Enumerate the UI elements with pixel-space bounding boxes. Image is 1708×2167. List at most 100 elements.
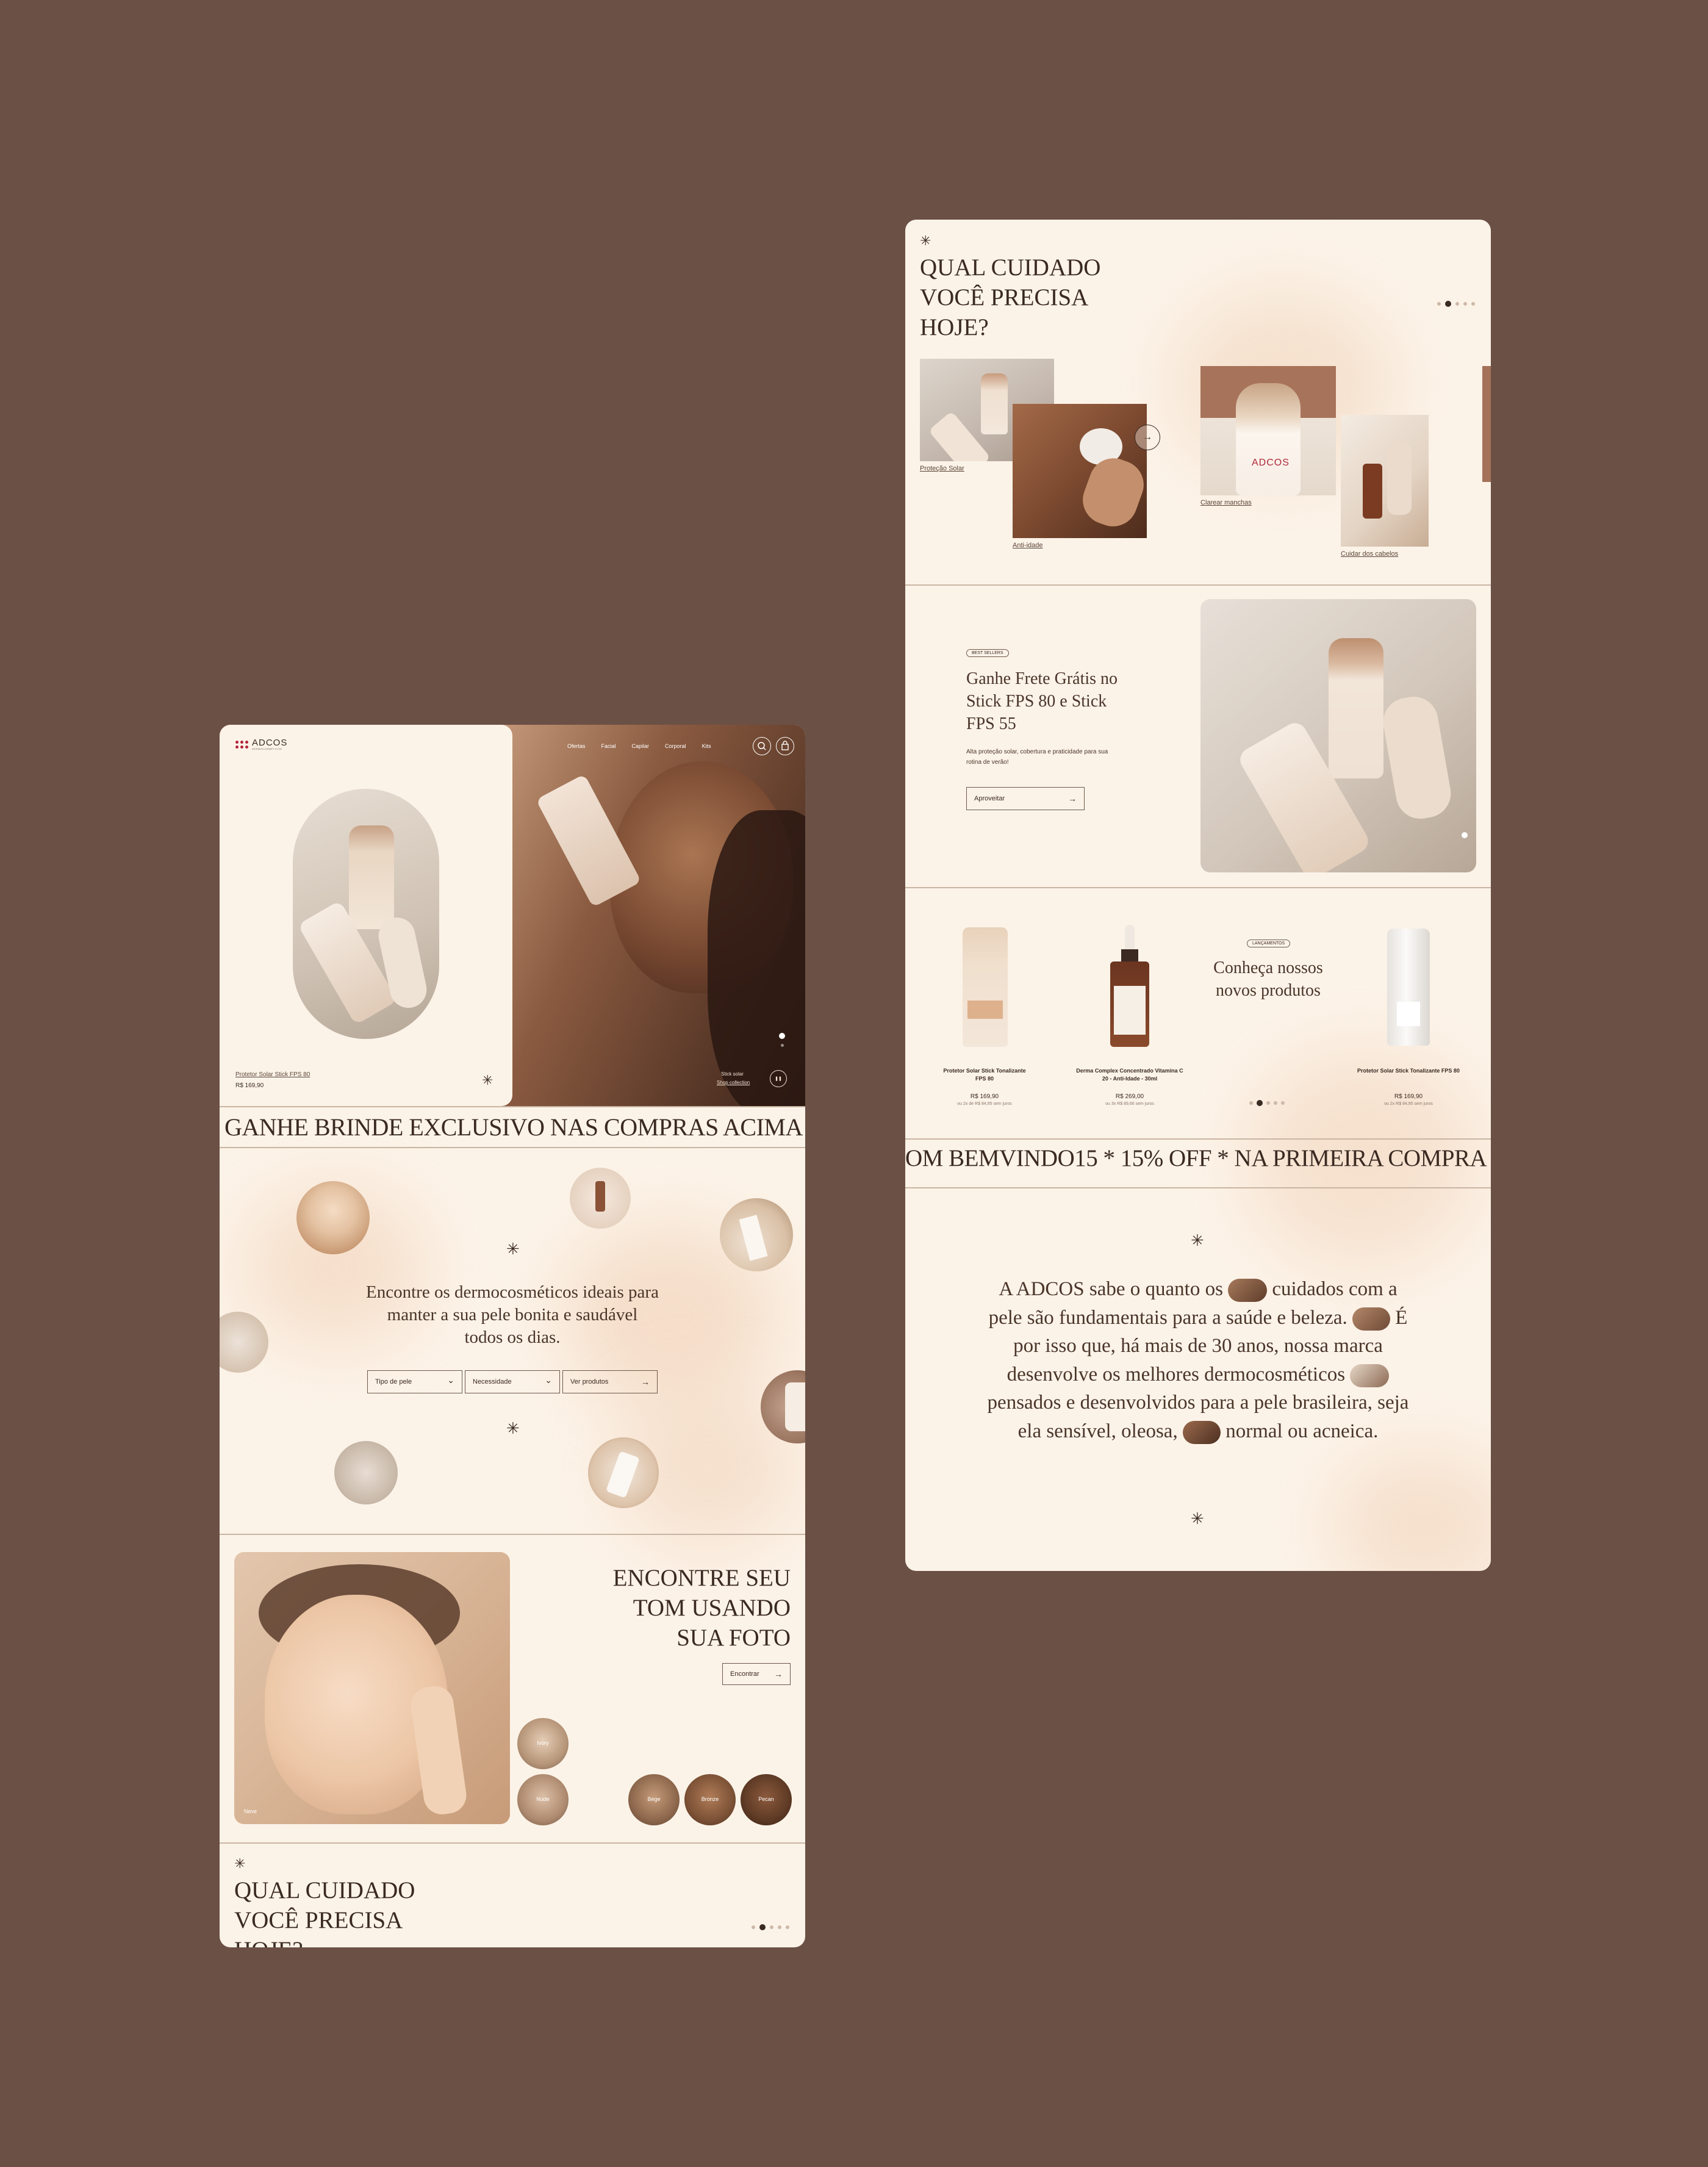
spark-icon: ✳	[920, 233, 931, 248]
product-price: R$ 169,90	[1394, 1093, 1423, 1100]
promo-cta-button[interactable]: Aproveitar →	[966, 787, 1085, 810]
category-link-sun-protection[interactable]: Proteção Solar	[920, 465, 964, 472]
tone-swatch-pecan[interactable]: Pecan	[741, 1774, 792, 1825]
product-price: R$ 169,90	[970, 1093, 999, 1100]
promo-title: Ganhe Frete Grátis no Stick FPS 80 e Sti…	[966, 669, 1118, 733]
brand-name: ADCOS	[252, 738, 288, 748]
spark-icon: ✳	[1191, 1231, 1204, 1249]
divider	[220, 1147, 805, 1148]
care-slider-dots[interactable]	[1437, 301, 1475, 307]
product-slider-dots[interactable]	[1249, 1100, 1285, 1106]
tone-swatch-label: Bronze	[701, 1796, 719, 1802]
search-icon	[758, 742, 766, 750]
tone-swatch-ivory[interactable]: Ivory	[517, 1718, 569, 1769]
skin-type-select-label: Tipo de pele	[375, 1378, 412, 1385]
coupon-marquee: OM BEMVINDO15 * 15% OFF * NA PRIMEIRA CO…	[905, 1145, 1491, 1171]
category-next-button[interactable]: →	[1135, 425, 1160, 450]
nav-ofertas[interactable]: Ofertas	[567, 743, 586, 749]
care-slider-dots[interactable]	[752, 1924, 789, 1930]
decorative-blur	[1332, 1452, 1491, 1571]
floating-photo-stick	[334, 1441, 398, 1504]
divider	[905, 584, 1491, 586]
arrow-right-icon: →	[1068, 794, 1077, 803]
spark-icon: ✳	[234, 1856, 246, 1871]
product-image-stick-white[interactable]	[1387, 929, 1430, 1046]
hero-product-card[interactable]: ADCOS DERMOCOSMÉTICOS Protetor Solar Sti…	[220, 725, 512, 1106]
arrow-right-icon: →	[641, 1377, 650, 1387]
product-name[interactable]: Derma Complex Concentrado Vitamina C 20 …	[1076, 1067, 1183, 1083]
tone-swatch-label: Bege	[647, 1796, 661, 1802]
tone-swatch-bronze[interactable]: Bronze	[684, 1774, 736, 1825]
arrow-right-icon: →	[1143, 432, 1152, 442]
divider	[220, 1842, 805, 1844]
homepage-panel-right: ✳ QUAL CUIDADO VOCÊ PRECISA HOJE? Proteç…	[905, 220, 1491, 1571]
promo-product-photo[interactable]	[1200, 599, 1476, 872]
view-products-label: Ver produtos	[570, 1378, 609, 1385]
category-photo-partial[interactable]	[1482, 366, 1491, 482]
product-name[interactable]: Protetor Solar Stick Tonalizante FPS 80	[942, 1067, 1027, 1083]
cart-button[interactable]	[776, 737, 794, 755]
hero-product-price: R$ 169,90	[235, 1082, 264, 1089]
inline-photo-skin	[1352, 1307, 1391, 1331]
divider	[220, 1534, 805, 1535]
divider	[905, 1187, 1491, 1188]
tone-swatch-bege[interactable]: Bege	[628, 1774, 680, 1825]
nav-capilar[interactable]: Capilar	[632, 743, 650, 749]
view-products-button[interactable]: Ver produtos →	[562, 1370, 658, 1393]
divider	[220, 1106, 805, 1107]
nav-corporal[interactable]: Corporal	[665, 743, 686, 749]
category-link-anti-aging[interactable]: Anti-idade	[1013, 542, 1043, 549]
pause-icon: ❚❚	[775, 1077, 782, 1081]
logo-mark-icon	[235, 740, 248, 749]
product-name[interactable]: Protetor Solar Stick Tonalizante FPS 80	[1354, 1067, 1463, 1075]
about-text: A ADCOS sabe o quanto os	[999, 1278, 1223, 1300]
divider	[905, 1138, 1491, 1140]
need-select[interactable]: Necessidade ⌄	[465, 1370, 560, 1393]
product-installments: ou 2x de R$ 84,95 sem juros	[957, 1102, 1012, 1106]
tone-photo-label: Neve	[244, 1808, 257, 1814]
hero-caption-top: Stick solar	[721, 1071, 744, 1077]
floating-photo-tube	[588, 1437, 659, 1508]
bag-icon	[781, 741, 789, 750]
need-select-label: Necessidade	[473, 1378, 512, 1385]
homepage-panel-left: ADCOS DERMOCOSMÉTICOS Protetor Solar Sti…	[220, 725, 805, 1947]
tone-swatch-label: Nude	[536, 1796, 550, 1802]
tone-swatch-label: Ivory	[537, 1740, 549, 1746]
pause-button[interactable]: ❚❚	[770, 1070, 787, 1087]
inline-photo-portrait	[1182, 1420, 1221, 1444]
product-image-serum[interactable]	[1108, 925, 1152, 1047]
promo-badge: BEST SELLERS	[966, 649, 1009, 657]
spark-icon: ✳	[506, 1419, 520, 1437]
brand-logo[interactable]: ADCOS DERMOCOSMÉTICOS	[235, 738, 287, 750]
hero-product-name[interactable]: Protetor Solar Stick FPS 80	[235, 1071, 310, 1078]
care-section-title: QUAL CUIDADO VOCÊ PRECISA HOJE?	[234, 1877, 415, 1947]
find-tone-button[interactable]: Encontrar →	[722, 1663, 791, 1685]
top-navigation: Ofertas Facial Capilar Corporal Kits	[567, 743, 711, 749]
product-installments: ou 3x R$ 89,66 sem juros	[1105, 1102, 1154, 1106]
nav-kits[interactable]: Kits	[702, 743, 711, 749]
category-photo-hair-care[interactable]	[1341, 415, 1429, 547]
tone-swatch-nude[interactable]: Nude	[517, 1774, 569, 1825]
floating-photo-serum	[570, 1168, 631, 1229]
nav-facial[interactable]: Facial	[601, 743, 616, 749]
search-button[interactable]	[753, 737, 771, 755]
category-photo-anti-aging[interactable]	[1013, 404, 1147, 538]
about-text: normal ou acneica.	[1225, 1420, 1379, 1442]
hero-product-image[interactable]	[293, 789, 439, 1039]
about-paragraph: A ADCOS sabe o quanto os cuidados com a …	[985, 1275, 1412, 1445]
finder-headline: Encontre os dermocosméticos ideais para …	[366, 1282, 659, 1347]
skin-type-select[interactable]: Tipo de pele ⌄	[367, 1370, 462, 1393]
category-link-hair-care[interactable]: Cuidar dos cabelos	[1341, 550, 1398, 558]
category-photo-dark-spots[interactable]: ADCOS	[1200, 366, 1336, 495]
inline-photo-face	[1228, 1279, 1268, 1303]
category-link-dark-spots[interactable]: Clarear manchas	[1200, 499, 1252, 506]
arrow-right-icon: →	[774, 1669, 783, 1679]
promo-body: Alta proteção solar, cobertura e pratici…	[966, 749, 1108, 766]
tone-model-photo: Neve	[234, 1552, 510, 1824]
hero-slider-dots[interactable]	[779, 1033, 785, 1047]
chevron-down-icon: ⌄	[545, 1375, 552, 1385]
launch-title: Conheça nossos novos produtos	[1213, 958, 1323, 1000]
product-image-stick[interactable]	[963, 927, 1008, 1047]
promo-slider-dot[interactable]	[1462, 832, 1468, 838]
hero-caption-link[interactable]: Shop collection	[717, 1080, 750, 1085]
